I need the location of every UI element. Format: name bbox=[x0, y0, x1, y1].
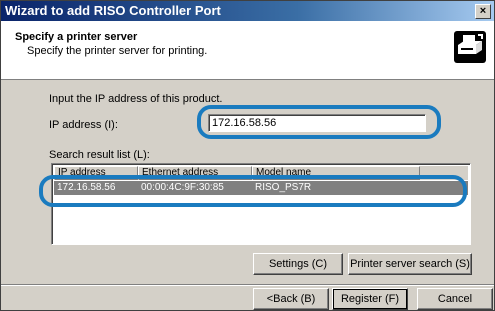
printer-network-icon bbox=[454, 31, 486, 63]
wizard-header: Specify a printer server Specify the pri… bbox=[1, 21, 494, 80]
row-highlight-annotation bbox=[39, 175, 467, 207]
search-result-label: Search result list (L): bbox=[49, 149, 150, 161]
settings-button[interactable]: Settings (C) bbox=[253, 253, 343, 275]
back-button[interactable]: <Back (B) bbox=[253, 288, 329, 310]
ip-instruction: Input the IP address of this product. bbox=[49, 93, 223, 105]
printer-server-search-button[interactable]: Printer server search (S) bbox=[348, 253, 472, 275]
close-button[interactable]: × bbox=[475, 4, 491, 19]
wizard-dialog: Wizard to add RISO Controller Port × Spe… bbox=[0, 0, 495, 311]
title-bar[interactable]: Wizard to add RISO Controller Port × bbox=[1, 1, 494, 21]
header-heading: Specify a printer server bbox=[15, 31, 138, 43]
ip-highlight-annotation bbox=[197, 105, 441, 139]
cancel-button[interactable]: Cancel bbox=[417, 288, 493, 310]
bottom-divider bbox=[1, 284, 494, 286]
ip-address-label: IP address (I): bbox=[49, 119, 118, 131]
window-title: Wizard to add RISO Controller Port bbox=[5, 3, 221, 18]
register-button[interactable]: Register (F) bbox=[332, 288, 408, 310]
header-subheading: Specify the printer server for printing. bbox=[27, 45, 208, 57]
